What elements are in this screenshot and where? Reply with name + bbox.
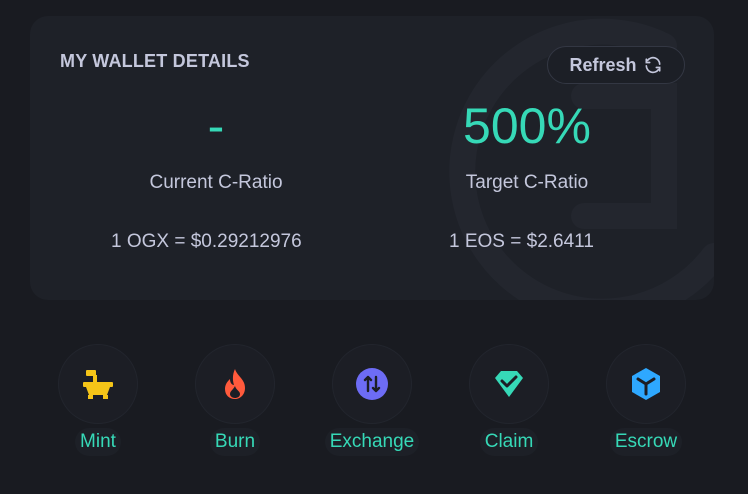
ogx-price: 1 OGX = $0.29212976 bbox=[111, 231, 302, 252]
claim-icon-wrap[interactable] bbox=[469, 344, 549, 424]
mint-action[interactable]: Mint bbox=[38, 344, 158, 456]
eos-price: 1 EOS = $2.6411 bbox=[449, 231, 594, 252]
fire-icon bbox=[225, 369, 245, 399]
exchange-icon-wrap[interactable] bbox=[332, 344, 412, 424]
claim-icon bbox=[495, 371, 523, 397]
mint-label: Mint bbox=[75, 428, 121, 456]
escrow-label: Escrow bbox=[609, 428, 683, 456]
claim-label: Claim bbox=[479, 428, 539, 456]
mint-icon bbox=[83, 370, 113, 399]
current-ratio-label: Current C-Ratio bbox=[149, 172, 283, 193]
claim-action[interactable]: Claim bbox=[449, 344, 569, 456]
cube-icon bbox=[632, 368, 660, 400]
escrow-action[interactable]: Escrow bbox=[586, 344, 706, 456]
target-ratio-value: 500% bbox=[463, 98, 591, 154]
exchange-action[interactable]: Exchange bbox=[312, 344, 432, 456]
refresh-icon bbox=[645, 56, 661, 74]
escrow-icon-wrap[interactable] bbox=[606, 344, 686, 424]
burn-action[interactable]: Burn bbox=[175, 344, 295, 456]
exchange-label: Exchange bbox=[324, 428, 420, 456]
wallet-details-card: MY WALLET DETAILS Refresh - Current C-Ra… bbox=[30, 16, 714, 300]
refresh-button[interactable]: Refresh bbox=[547, 46, 685, 84]
burn-icon-wrap[interactable] bbox=[195, 344, 275, 424]
action-bar: Mint Burn Exchange Claim Escrow bbox=[0, 344, 748, 464]
mint-icon-wrap[interactable] bbox=[58, 344, 138, 424]
exchange-icon bbox=[356, 368, 388, 400]
refresh-label: Refresh bbox=[569, 54, 637, 75]
card-title: MY WALLET DETAILS bbox=[60, 51, 250, 71]
burn-label: Burn bbox=[209, 428, 261, 456]
target-ratio-label: Target C-Ratio bbox=[465, 172, 589, 193]
current-ratio-value: - bbox=[207, 98, 225, 154]
